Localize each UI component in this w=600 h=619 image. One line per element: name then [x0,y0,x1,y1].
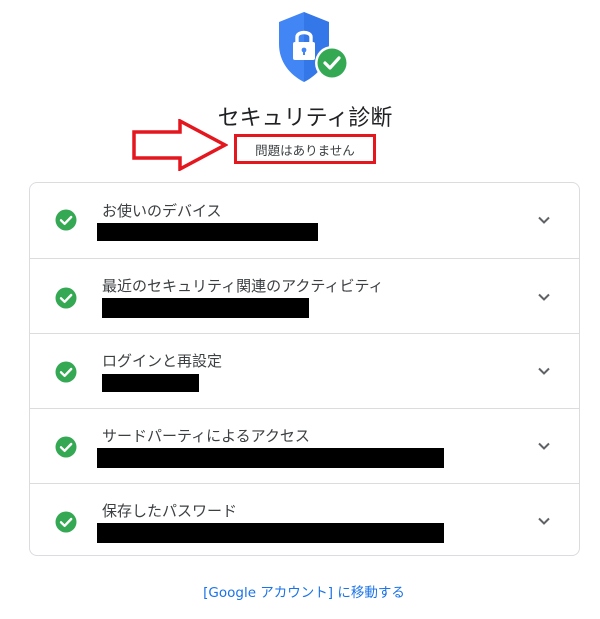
shield-lock-check-icon [279,12,349,82]
redacted-detail [97,223,318,241]
annotation-arrow-icon [132,119,228,171]
section-row-devices[interactable]: お使いのデバイス [30,183,579,258]
redacted-detail [102,374,199,392]
chevron-down-icon[interactable] [537,439,551,453]
page-title: セキュリティ診断 [217,106,393,131]
chevron-down-icon[interactable] [537,514,551,528]
status-message: 問題はありません [234,134,376,164]
security-checkup-card: お使いのデバイス 最近のセキュリティ関連のアクティビティ ログインと再設定 サー… [29,182,580,556]
section-title: ログインと再設定 [102,352,223,370]
section-row-third-party[interactable]: サードパーティによるアクセス [30,408,579,483]
section-row-signin[interactable]: ログインと再設定 [30,333,579,408]
check-circle-icon [55,209,77,231]
check-circle-icon [55,511,77,533]
redacted-detail [97,523,444,543]
section-title: サードパーティによるアクセス [102,427,310,445]
chevron-down-icon[interactable] [537,364,551,378]
check-circle-icon [55,361,77,383]
section-row-recent-activity[interactable]: 最近のセキュリティ関連のアクティビティ [30,258,579,333]
google-account-link[interactable]: [Google アカウント] に移動する [0,581,600,601]
section-title: 最近のセキュリティ関連のアクティビティ [102,277,384,295]
chevron-down-icon[interactable] [537,290,551,304]
chevron-down-icon[interactable] [537,213,551,227]
section-title: お使いのデバイス [102,202,222,220]
section-title: 保存したパスワード [102,502,238,520]
check-circle-icon [55,436,77,458]
check-circle-icon [55,287,77,309]
redacted-detail [97,448,444,468]
redacted-detail [102,298,309,318]
section-row-saved-passwords[interactable]: 保存したパスワード [30,483,579,555]
